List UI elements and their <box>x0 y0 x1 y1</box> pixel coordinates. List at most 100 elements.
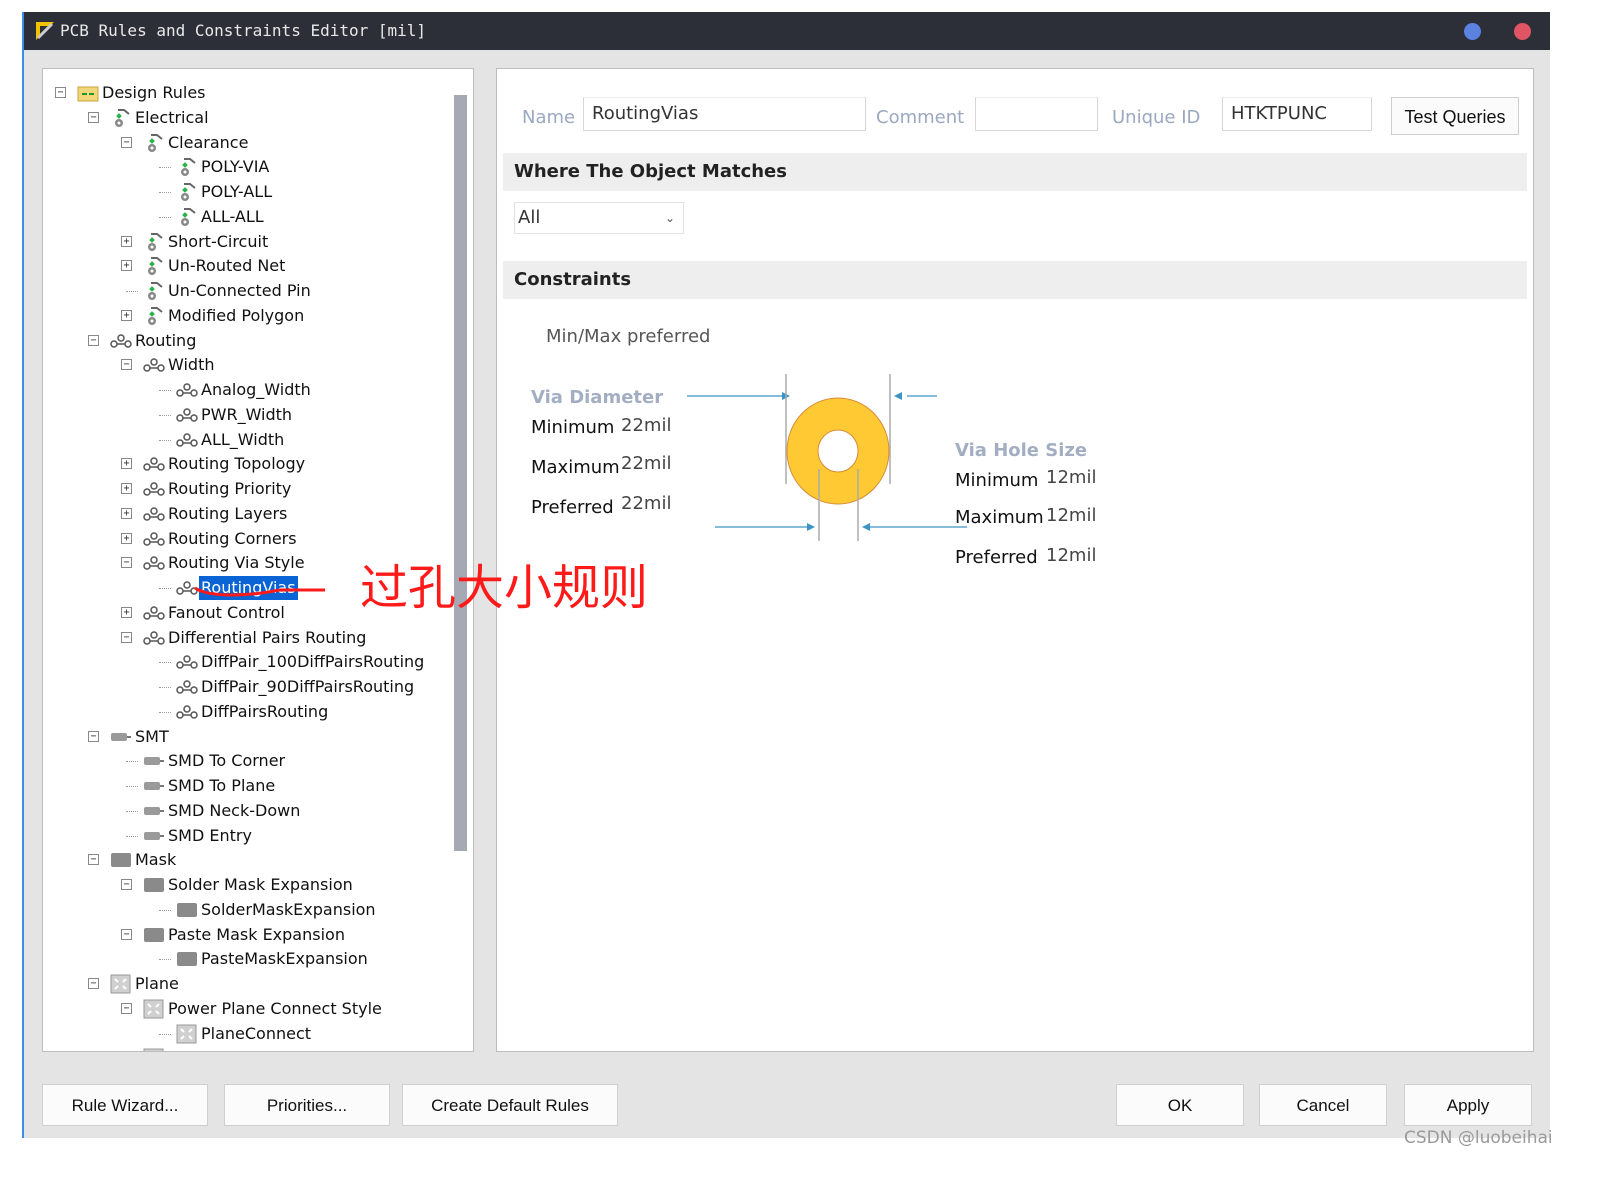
app-icon <box>36 22 54 40</box>
tree-item[interactable]: − Routing <box>43 329 453 353</box>
collapse-toggle[interactable]: − <box>88 334 99 346</box>
tree-scrollbar[interactable] <box>454 95 467 851</box>
collapse-toggle[interactable]: − <box>121 359 132 371</box>
where-object-matches-header: Where The Object Matches <box>503 153 1527 191</box>
tree-item[interactable]: SMD Entry <box>43 824 453 848</box>
collapse-toggle[interactable]: − <box>88 978 99 989</box>
tree-item[interactable]: DiffPairsRouting <box>43 700 453 724</box>
tree-item[interactable]: − SMT <box>43 725 453 749</box>
comment-input[interactable] <box>975 97 1098 131</box>
tree-item[interactable]: + Un-Routed Net <box>43 254 453 278</box>
routing-rule-icon <box>143 556 165 570</box>
collapse-toggle[interactable]: − <box>121 136 132 148</box>
tree-item[interactable]: PasteMaskExpansion <box>43 947 453 971</box>
mask-rule-icon <box>177 902 197 917</box>
tree-item[interactable]: Analog_Width <box>43 378 453 402</box>
tree-item[interactable]: DiffPair_100DiffPairsRouting <box>43 650 453 674</box>
priorities-button[interactable]: Priorities... <box>224 1084 390 1126</box>
via-hole-max-value[interactable]: 12mil <box>1046 505 1096 526</box>
via-diameter-title: Via Diameter <box>531 387 664 408</box>
tree-item[interactable]: Un-Connected Pin <box>43 279 453 303</box>
tree-item[interactable]: + Routing Corners <box>43 527 453 551</box>
tree-item[interactable]: + Modified Polygon <box>43 304 453 328</box>
tree-item-label: SolderMaskExpansion <box>201 899 376 919</box>
expand-toggle[interactable]: + <box>121 483 132 494</box>
tree-item[interactable]: PWR_Width <box>43 403 453 427</box>
collapse-toggle[interactable]: − <box>121 1002 132 1014</box>
plane-rule-icon <box>143 999 164 1019</box>
expand-toggle[interactable]: + <box>121 606 132 618</box>
expand-toggle[interactable]: + <box>121 532 132 544</box>
collapse-toggle[interactable]: − <box>88 730 99 742</box>
expand-toggle[interactable]: + <box>121 309 132 321</box>
tree-connector <box>159 687 171 688</box>
via-diagram <box>687 374 967 541</box>
tree-item-label: Routing Topology <box>168 454 306 474</box>
via-hole-pref-value[interactable]: 12mil <box>1046 545 1096 566</box>
tree-item[interactable]: DiffPair_90DiffPairsRouting <box>43 675 453 699</box>
tree-item[interactable]: − Power Plane Connect Style <box>43 997 453 1021</box>
tree-item[interactable]: − Differential Pairs Routing <box>43 626 453 650</box>
expand-toggle[interactable]: + <box>121 260 132 272</box>
tree-item-label: Un-Routed Net <box>168 256 286 276</box>
collapse-toggle[interactable]: − <box>121 928 132 940</box>
tree-item[interactable]: − Paste Mask Expansion <box>43 923 453 947</box>
tree-item[interactable]: + Short-Circuit <box>43 230 453 254</box>
tree-item-label: Power Plane Connect Style <box>168 998 382 1018</box>
expand-toggle[interactable]: + <box>121 458 132 470</box>
window-title: PCB Rules and Constraints Editor [mil] <box>60 21 427 40</box>
expand-toggle[interactable]: + <box>121 507 132 519</box>
tree-item[interactable]: SMD To Corner <box>43 749 453 773</box>
close-button[interactable] <box>1514 23 1531 40</box>
tree-item[interactable]: POLY-VIA <box>43 155 453 179</box>
arrow-icon <box>894 392 902 400</box>
expand-toggle[interactable]: + <box>121 235 132 247</box>
via-diameter-max-label: Maximum <box>531 457 620 478</box>
routing-rule-icon <box>143 531 165 546</box>
collapse-toggle[interactable]: − <box>88 111 99 123</box>
tree-item[interactable]: +Power Plane Clearance <box>43 1046 453 1051</box>
collapse-toggle[interactable]: − <box>121 631 132 643</box>
tree-item[interactable]: − Plane <box>43 972 453 996</box>
match-scope-select[interactable]: All ⌄ <box>514 202 684 234</box>
electrical-rule-icon <box>148 282 163 300</box>
minimize-button[interactable] <box>1464 23 1481 40</box>
tree-item[interactable]: POLY-ALL <box>43 180 453 204</box>
via-diameter-min-value[interactable]: 22mil <box>621 415 671 436</box>
tree-item[interactable]: − Mask <box>43 848 453 872</box>
via-diameter-pref-value[interactable]: 22mil <box>621 493 671 514</box>
tree-item[interactable]: SMD Neck-Down <box>43 799 453 823</box>
name-input[interactable]: RoutingVias <box>583 97 866 131</box>
collapse-toggle[interactable]: − <box>121 879 132 890</box>
tree-item[interactable]: − Electrical <box>43 106 453 130</box>
plane-rule-icon <box>110 974 131 994</box>
collapse-toggle[interactable]: − <box>121 557 132 569</box>
cancel-button[interactable]: Cancel <box>1259 1084 1387 1126</box>
routing-rule-icon <box>176 705 198 719</box>
create-default-rules-button[interactable]: Create Default Rules <box>402 1084 618 1126</box>
tree-item[interactable]: + Routing Topology <box>43 452 453 476</box>
tree-item[interactable]: PlaneConnect <box>43 1022 453 1046</box>
via-diameter-max-value[interactable]: 22mil <box>621 453 671 474</box>
tree-item[interactable]: + Routing Layers <box>43 502 453 526</box>
tree-item-label: SMD Entry <box>168 825 252 845</box>
collapse-toggle[interactable]: − <box>55 87 66 98</box>
unique-id-input[interactable]: HTKTPUNC <box>1222 97 1372 131</box>
apply-button[interactable]: Apply <box>1404 1084 1532 1126</box>
tree-item[interactable]: − Width <box>43 353 453 377</box>
tree-item[interactable]: ALL_Width <box>43 428 453 452</box>
tree-item[interactable]: − Solder Mask Expansion <box>43 873 453 897</box>
tree-item[interactable]: ALL-ALL <box>43 205 453 229</box>
tree-item[interactable]: SolderMaskExpansion <box>43 898 453 922</box>
tree-item[interactable]: − Clearance <box>43 131 453 155</box>
test-queries-button[interactable]: Test Queries <box>1391 97 1519 135</box>
tree-item[interactable]: − Design Rules <box>43 81 453 105</box>
rule-wizard-button[interactable]: Rule Wizard... <box>42 1084 208 1126</box>
tree-connector <box>159 1033 171 1035</box>
ok-button[interactable]: OK <box>1116 1084 1244 1126</box>
via-hole-min-value[interactable]: 12mil <box>1046 467 1096 488</box>
collapse-toggle[interactable]: − <box>88 854 99 866</box>
tree-connector <box>126 291 138 292</box>
tree-item[interactable]: SMD To Plane <box>43 774 453 798</box>
tree-item[interactable]: + Routing Priority <box>43 477 453 501</box>
